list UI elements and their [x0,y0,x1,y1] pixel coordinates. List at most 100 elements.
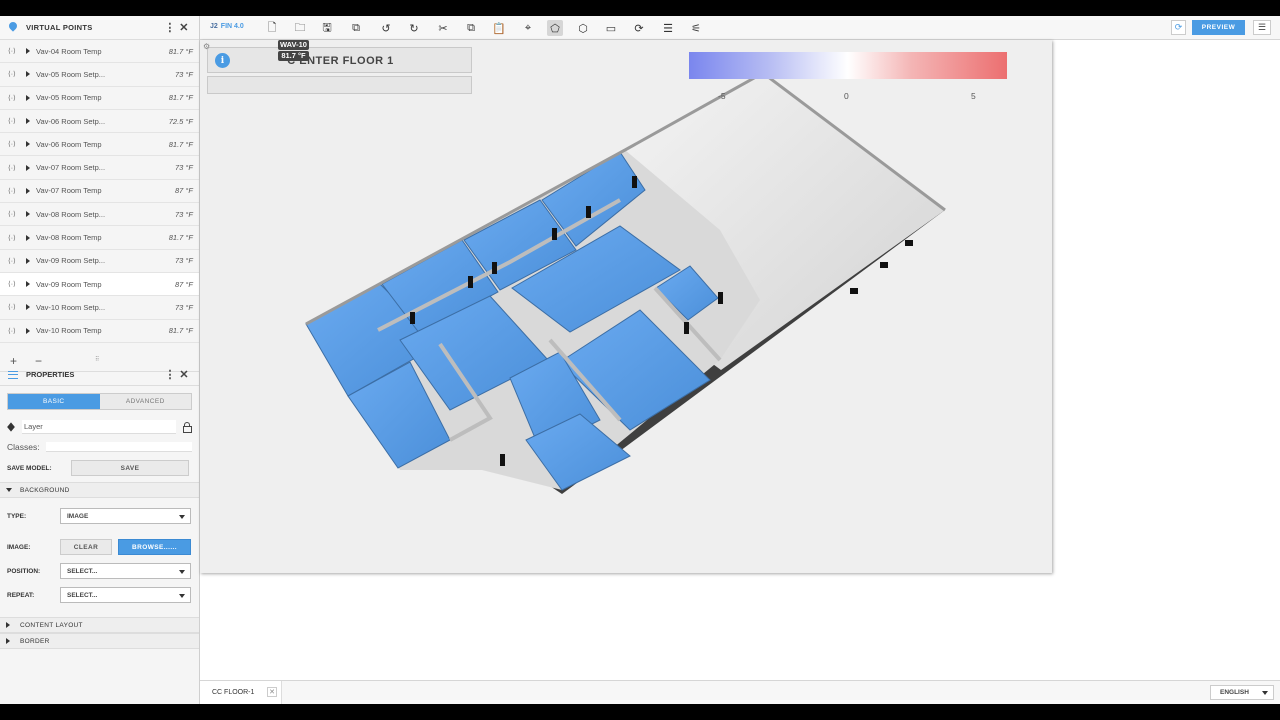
link-icon: ⟨·⟩ [8,257,16,265]
copy-icon[interactable]: ⧉ [463,20,479,36]
language-select[interactable]: ENGLISH [1210,685,1274,700]
point-value: 73 °F [174,256,193,266]
type-select[interactable]: IMAGE [60,508,191,524]
door [586,206,591,218]
left-panel: VIRTUAL POINTS ⋮ ✕ ⟨·⟩ Vav-04 Room Temp 81… [0,16,200,704]
expand-arrow-icon[interactable] [26,141,30,148]
expand-arrow-icon[interactable] [26,94,30,101]
save-icon[interactable]: 🖫 [319,20,335,36]
list-item[interactable]: ⟨·⟩ Vav-05 Room Setp... 73 °F [0,63,199,87]
save-model-label: SAVE MODEL: [7,464,52,472]
background-section-header[interactable]: BACKGROUND [0,482,199,498]
polygon-tool-icon[interactable]: ⬡ [575,20,591,36]
hamburger-menu-button[interactable]: ☰ [1253,20,1271,35]
expand-arrow-icon[interactable] [26,211,30,218]
content-layout-section-header[interactable]: CONTENT LAYOUT [0,617,199,633]
list-item[interactable]: ⟨·⟩ Vav-05 Room Temp 81.7 °F [0,86,199,110]
open-folder-icon[interactable]: 🗀 [292,20,308,36]
kebab-menu-icon[interactable]: ⋮ [163,21,177,34]
link-icon: ⟨·⟩ [8,187,16,195]
properties-title: PROPERTIES [26,370,75,379]
save-button[interactable]: SAVE [71,460,189,476]
list-item[interactable]: ⟨·⟩ Vav-06 Room Setp... 72.5 °F [0,109,199,134]
link-icon: ⟨·⟩ [8,281,16,289]
expand-arrow-icon[interactable] [26,48,30,55]
legend-label-min: -5 [718,91,726,101]
tab-advanced[interactable]: ADVANCED [99,394,191,409]
expand-arrow-icon[interactable] [26,187,30,194]
list-item[interactable]: ⟨·⟩ Vav-10 Room Temp 81.7 °F [0,319,199,343]
gear-icon[interactable]: ⚙ [203,42,210,51]
save-model-row: SAVE MODEL: SAVE [7,460,192,476]
polygon-select-tool-icon[interactable]: ⬠ [547,20,563,36]
list-item[interactable]: ⟨·⟩ Vav-07 Room Temp 87 °F [0,179,199,204]
point-name: Vav-05 Room Setp... [36,69,106,79]
lock-icon[interactable] [182,422,192,433]
floor-plan-canvas[interactable]: i C ENTER FLOOR 1 ⚙ WAV-10 81.7 °F -5 0 … [200,40,1052,573]
expand-arrow-icon[interactable] [26,257,30,264]
hamburger-icon: ☰ [1257,22,1267,32]
clear-button[interactable]: CLEAR [60,539,112,555]
close-icon[interactable]: ✕ [177,368,191,381]
expand-arrow-icon[interactable] [26,281,30,288]
expand-arrow-icon[interactable] [26,327,30,334]
door [410,312,415,324]
tab-basic[interactable]: BASIC [8,394,100,409]
bottom-bar: CC FLOOR-1 ✕ ENGLISH [200,680,1280,704]
close-tab-icon[interactable]: ✕ [267,687,277,697]
floor-plan-3d[interactable] [200,40,1052,573]
expand-arrow-icon[interactable] [26,118,30,125]
list-item[interactable]: ⟨·⟩ Vav-06 Room Temp 81.7 °F [0,133,199,157]
import-icon[interactable]: ⧉ [348,20,364,36]
link-icon: ⟨·⟩ [8,94,16,102]
floor-subtitle-box[interactable] [207,76,472,94]
type-row: TYPE: IMAGE [7,504,192,528]
close-icon[interactable]: ✕ [177,21,191,34]
tooltip-point-value: 81.7 °F [278,51,309,61]
list-item[interactable]: ⟨·⟩ Vav-09 Room Setp... 73 °F [0,249,199,273]
properties-tabs: BASIC ADVANCED [7,393,192,410]
classes-input[interactable] [45,442,192,452]
expand-arrow-icon[interactable] [26,304,30,311]
point-name: Vav-10 Room Temp [36,326,102,336]
list-icon [8,370,18,379]
list-item[interactable]: ⟨·⟩ Vav-08 Room Setp... 73 °F [0,203,199,227]
list-item[interactable]: ⟨·⟩ Vav-08 Room Temp 81.7 °F [0,226,199,250]
list-item[interactable]: ⟨·⟩ Vav-04 Room Temp 81.7 °F [0,40,199,64]
paste-icon[interactable]: 📋 [491,20,507,36]
border-section-header[interactable]: BORDER [0,633,199,649]
repeat-select[interactable]: SELECT... [60,587,191,603]
expand-arrow-icon[interactable] [26,164,30,171]
position-select[interactable]: SELECT... [60,563,191,579]
panel-splitter-handle[interactable]: ⠿ [95,356,99,363]
canvas-area: i C ENTER FLOOR 1 ⚙ WAV-10 81.7 °F -5 0 … [200,40,1280,680]
rectangle-tool-icon[interactable]: ▭ [603,20,619,36]
caret-right-icon [6,622,10,628]
kebab-menu-icon[interactable]: ⋮ [163,368,177,381]
redo-icon[interactable]: ↻ [406,20,422,36]
refresh-button[interactable]: ⟳ [1171,20,1186,35]
properties-panel: PROPERTIES ⋮ ✕ BASIC ADVANCED Layer Clas… [0,364,199,649]
undo-icon[interactable]: ↺ [378,20,394,36]
cut-icon[interactable]: ✂ [435,20,451,36]
point-tooltip: WAV-10 81.7 °F [278,40,309,62]
rotate-tool-icon[interactable]: ⟳ [631,20,647,36]
link-icon: ⟨·⟩ [8,164,16,172]
list-item[interactable]: ⟨·⟩ Vav-10 Room Setp... 73 °F [0,296,199,320]
expand-arrow-icon[interactable] [26,234,30,241]
door [905,240,913,246]
new-file-icon[interactable]: 🗋 [264,20,280,36]
floor-title-box[interactable]: i C ENTER FLOOR 1 [207,47,472,73]
expand-arrow-icon[interactable] [26,71,30,78]
browse-button[interactable]: BROWSE...... [118,539,191,555]
preview-button[interactable]: PREVIEW [1192,20,1245,35]
door [492,262,497,274]
layer-name-field[interactable]: Layer [22,420,176,434]
list-item[interactable]: ⟨·⟩ Vav-09 Room Temp 87 °F [0,272,199,297]
pointer-tool-icon[interactable]: ⌖ [520,20,536,36]
list-item[interactable]: ⟨·⟩ Vav-07 Room Setp... 73 °F [0,156,199,180]
sliders-icon[interactable]: ⚟ [688,20,704,36]
layers-icon [7,423,16,432]
layers-menu-icon[interactable]: ☰ [660,20,676,36]
caret-down-icon [6,488,12,492]
